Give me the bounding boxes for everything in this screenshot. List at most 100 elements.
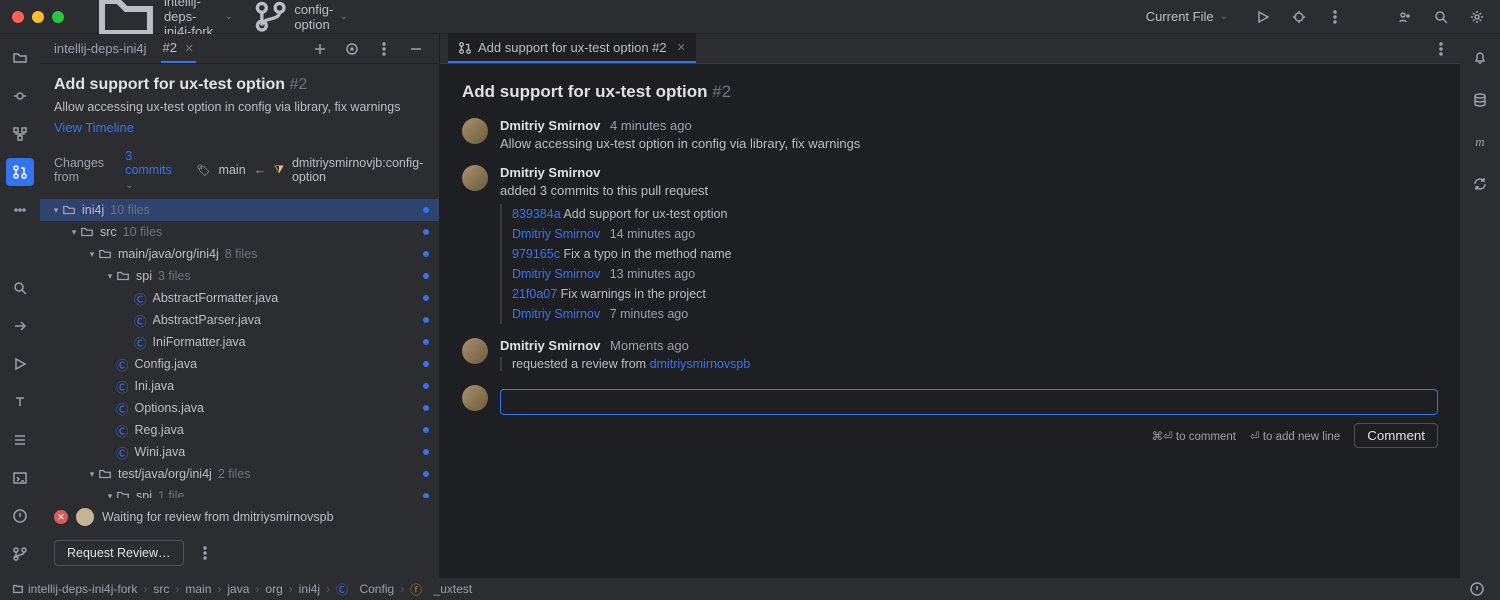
debug-button[interactable] — [1288, 6, 1310, 28]
pull-requests-tool-icon[interactable] — [6, 158, 34, 186]
maximize-window-icon[interactable] — [52, 11, 64, 23]
tree-label: src — [100, 225, 117, 239]
folder-icon — [98, 467, 112, 481]
commit-tool-icon[interactable] — [6, 82, 34, 110]
tree-folder[interactable]: ▾ test/java/org/ini4j 2 files — [40, 463, 439, 485]
commit-author[interactable]: Dmitriy Smirnov — [512, 227, 600, 241]
structure-tool-icon[interactable] — [6, 120, 34, 148]
run-tool-icon[interactable] — [6, 312, 34, 340]
folder-icon — [12, 583, 24, 595]
hint-comment: ⌘⏎ to comment — [1152, 429, 1236, 443]
tree-file[interactable]: ⒸReg.java — [40, 419, 439, 441]
commit-hash[interactable]: 21f0a07 — [512, 287, 557, 301]
tree-label: IniFormatter.java — [153, 335, 246, 349]
close-window-icon[interactable] — [12, 11, 24, 23]
maven-icon[interactable]: m — [1466, 128, 1494, 156]
chevron-down-icon[interactable]: ▾ — [86, 249, 98, 260]
tree-folder[interactable]: ▾ src 10 files — [40, 221, 439, 243]
sidebar-tab-pr[interactable]: #2 ✕ — [161, 34, 196, 63]
tree-file[interactable]: ⒸOptions.java — [40, 397, 439, 419]
chevron-right-icon: › — [326, 582, 330, 596]
minimize-window-icon[interactable] — [32, 11, 44, 23]
branch-selector[interactable]: config-option ⌄ — [243, 0, 358, 38]
review-status: ✕ Waiting for review from dmitriysmirnov… — [40, 498, 439, 536]
folder-icon — [116, 269, 130, 283]
commit-hash[interactable]: 839384a — [512, 207, 561, 221]
review-request-label: requested a review from — [512, 357, 646, 371]
tree-file[interactable]: ⒸIniFormatter.java — [40, 331, 439, 353]
typography-tool-icon[interactable] — [6, 388, 34, 416]
waiting-text: Waiting for review from dmitriysmirnovsp… — [102, 510, 334, 524]
commit-hash[interactable]: 979165c — [512, 247, 560, 261]
more-tools-icon[interactable] — [6, 196, 34, 224]
close-icon[interactable]: ✕ — [185, 43, 194, 55]
breadcrumb[interactable]: org — [265, 582, 282, 596]
tree-file[interactable]: ⒸAbstractFormatter.java — [40, 287, 439, 309]
sync-icon[interactable] — [1466, 170, 1494, 198]
tree-file[interactable]: ⒸConfig.java — [40, 353, 439, 375]
settings-icon[interactable] — [1466, 6, 1488, 28]
avatar — [462, 385, 488, 411]
chevron-down-icon[interactable]: ▾ — [50, 205, 62, 216]
request-review-button[interactable]: Request Review… — [54, 540, 184, 566]
tree-folder[interactable]: ▾ main/java/org/ini4j 8 files — [40, 243, 439, 265]
search-icon[interactable] — [1430, 6, 1452, 28]
breadcrumb[interactable]: Ⓒ Config — [336, 581, 394, 598]
bookmarks-tool-icon[interactable] — [6, 426, 34, 454]
problems-tool-icon[interactable] — [6, 502, 34, 530]
database-icon[interactable] — [1466, 86, 1494, 114]
more-menu-icon[interactable] — [1324, 6, 1346, 28]
sidebar-tab-project[interactable]: intellij-deps-ini4j — [52, 35, 149, 62]
tree-folder[interactable]: ▾ spi 3 files — [40, 265, 439, 287]
terminal-tool-icon[interactable] — [6, 464, 34, 492]
tree-root[interactable]: ▾ ini4j 10 files — [40, 199, 439, 221]
tree-file[interactable]: ⒸWini.java — [40, 441, 439, 463]
problems-icon[interactable] — [1466, 578, 1488, 600]
more-icon[interactable] — [1430, 38, 1452, 60]
timestamp: Moments ago — [610, 338, 689, 353]
breadcrumb[interactable]: intellij-deps-ini4j-fork — [12, 582, 137, 596]
code-with-me-icon[interactable] — [1394, 6, 1416, 28]
crumb-label: intellij-deps-ini4j-fork — [28, 582, 137, 596]
project-tool-icon[interactable] — [6, 44, 34, 72]
find-tool-icon[interactable] — [6, 274, 34, 302]
comment-button[interactable]: Comment — [1354, 423, 1438, 448]
vcs-tool-icon[interactable] — [6, 540, 34, 568]
reviewer-avatar — [76, 508, 94, 526]
notifications-icon[interactable] — [1466, 44, 1494, 72]
commit-entry: 979165c Fix a typo in the method name Dm… — [512, 244, 732, 284]
commit-author[interactable]: Dmitriy Smirnov — [512, 267, 600, 281]
chevron-down-icon[interactable]: ▾ — [104, 491, 116, 499]
tree-folder[interactable]: ▾ spi 1 file — [40, 485, 439, 498]
breadcrumb[interactable]: main — [185, 582, 211, 596]
editor-tab-pr[interactable]: Add support for ux-test option #2 ✕ — [448, 34, 696, 63]
run-button[interactable] — [1252, 6, 1274, 28]
more-icon[interactable] — [373, 38, 395, 60]
view-timeline-link[interactable]: View Timeline — [54, 120, 425, 135]
commits-dropdown[interactable]: 3 commits ⌄ — [125, 149, 180, 191]
error-icon: ✕ — [54, 510, 68, 524]
chevron-right-icon: › — [175, 582, 179, 596]
breadcrumb[interactable]: ⓕ _uxtest — [410, 581, 472, 598]
add-icon[interactable] — [309, 38, 331, 60]
tree-meta: 10 files — [123, 225, 163, 239]
editor-tabs: Add support for ux-test option #2 ✕ — [440, 34, 1460, 64]
more-icon[interactable] — [194, 542, 216, 564]
chevron-down-icon[interactable]: ▾ — [86, 469, 98, 480]
target-icon[interactable] — [341, 38, 363, 60]
minimize-icon[interactable] — [405, 38, 427, 60]
run-config-selector[interactable]: Current File ⌄ — [1136, 5, 1238, 28]
services-tool-icon[interactable] — [6, 350, 34, 378]
comment-input[interactable] — [500, 389, 1438, 415]
reviewer-link[interactable]: dmitriysmirnovspb — [650, 357, 751, 371]
commit-author[interactable]: Dmitriy Smirnov — [512, 307, 600, 321]
breadcrumb[interactable]: ini4j — [299, 582, 320, 596]
chevron-right-icon: › — [400, 582, 404, 596]
tree-file[interactable]: ⒸAbstractParser.java — [40, 309, 439, 331]
close-icon[interactable]: ✕ — [677, 41, 686, 54]
breadcrumb[interactable]: src — [153, 582, 169, 596]
breadcrumb[interactable]: java — [227, 582, 249, 596]
chevron-down-icon[interactable]: ▾ — [68, 227, 80, 238]
tree-file[interactable]: ⒸIni.java — [40, 375, 439, 397]
chevron-down-icon[interactable]: ▾ — [104, 271, 116, 282]
